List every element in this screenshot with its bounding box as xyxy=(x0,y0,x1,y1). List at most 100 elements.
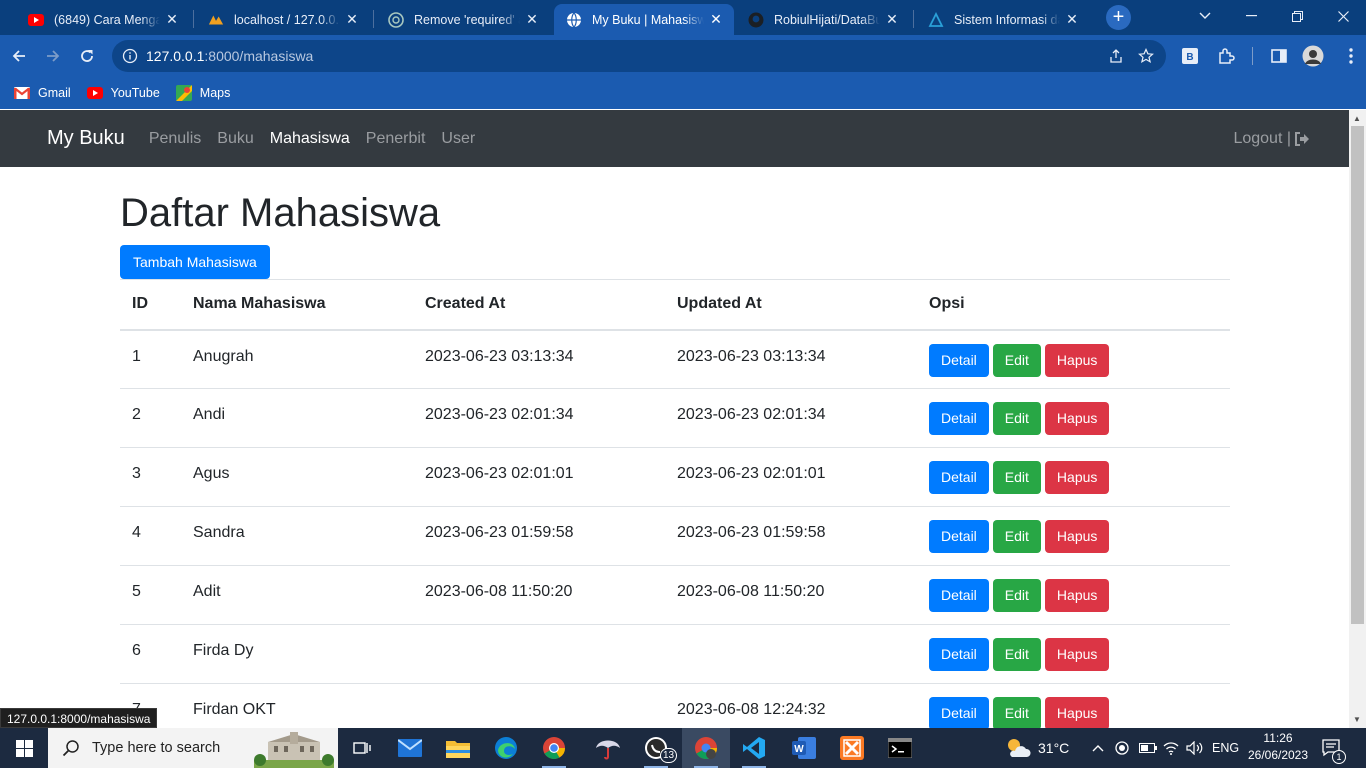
detail-button[interactable]: Detail xyxy=(929,461,989,494)
bookmark-youtube[interactable]: YouTube xyxy=(86,86,160,100)
xampp-icon[interactable] xyxy=(828,728,876,768)
cell-updated: 2023-06-23 03:13:34 xyxy=(665,329,917,389)
mail-icon[interactable] xyxy=(386,728,434,768)
hapus-button[interactable]: Hapus xyxy=(1044,697,1110,728)
scroll-down-icon[interactable]: ▼ xyxy=(1353,715,1361,724)
browser-tab[interactable]: (6849) Cara Mengatasi ✕ xyxy=(16,4,190,35)
column-header-id: ID xyxy=(120,279,181,331)
side-panel-icon[interactable] xyxy=(1266,43,1292,69)
hapus-button[interactable]: Hapus xyxy=(1044,638,1110,671)
detail-button[interactable]: Detail xyxy=(929,579,989,612)
terminal-icon[interactable] xyxy=(876,728,924,768)
close-icon[interactable]: ✕ xyxy=(524,11,540,28)
new-tab-button[interactable]: + xyxy=(1106,5,1131,30)
edit-button[interactable]: Edit xyxy=(992,343,1041,377)
task-view-icon[interactable] xyxy=(338,728,386,768)
tab-search-icon[interactable] xyxy=(1182,0,1228,32)
bookmark-gmail[interactable]: Gmail xyxy=(14,86,71,100)
profile-avatar[interactable] xyxy=(1300,43,1326,69)
battery-icon[interactable] xyxy=(1139,728,1157,768)
hapus-button[interactable]: Hapus xyxy=(1044,402,1110,435)
hapus-button[interactable]: Hapus xyxy=(1044,579,1110,612)
close-icon[interactable]: ✕ xyxy=(884,11,900,28)
file-explorer-icon[interactable] xyxy=(434,728,482,768)
detail-button[interactable]: Detail xyxy=(929,402,989,435)
hapus-button[interactable]: Hapus xyxy=(1044,343,1110,377)
weather-partly-cloudy-icon xyxy=(1005,737,1031,759)
forward-icon[interactable] xyxy=(40,43,66,69)
reload-icon[interactable] xyxy=(74,43,100,69)
edit-button[interactable]: Edit xyxy=(992,520,1041,553)
cell-opsi: Detail Edit Hapus xyxy=(917,565,1230,625)
edit-button[interactable]: Edit xyxy=(992,697,1041,728)
show-hidden-icons-icon[interactable] xyxy=(1092,728,1104,768)
detail-button[interactable]: Detail xyxy=(929,697,989,728)
umbrella-app-icon[interactable] xyxy=(584,728,632,768)
main-content: Daftar Mahasiswa Tambah Mahasiswa ID Nam… xyxy=(0,167,1230,728)
extensions-puzzle-icon[interactable] xyxy=(1213,43,1239,69)
mahasiswa-table: ID Nama Mahasiswa Created At Updated At … xyxy=(120,279,1230,728)
logout-link[interactable]: Logout | xyxy=(1233,110,1310,167)
cell-id: 2 xyxy=(120,388,181,448)
minimize-icon[interactable] xyxy=(1228,0,1274,32)
site-info-icon[interactable] xyxy=(122,48,138,64)
nav-link-mahasiswa[interactable]: Mahasiswa xyxy=(270,130,350,148)
close-icon[interactable]: ✕ xyxy=(164,11,180,28)
browser-tab-active[interactable]: My Buku | Mahasiswa ✕ xyxy=(554,4,734,35)
share-icon[interactable] xyxy=(1108,48,1124,64)
edit-button[interactable]: Edit xyxy=(992,638,1041,671)
browser-tab[interactable]: Sistem Informasi dan ✕ xyxy=(916,4,1090,35)
search-placeholder: Type here to search xyxy=(92,740,221,756)
nav-link-buku[interactable]: Buku xyxy=(217,130,253,148)
browser-tab[interactable]: RobiulHijati/DataBuku ✕ xyxy=(736,4,910,35)
edit-button[interactable]: Edit xyxy=(992,461,1041,494)
restore-icon[interactable] xyxy=(1274,0,1320,32)
word-icon[interactable]: W xyxy=(780,728,828,768)
close-window-icon[interactable] xyxy=(1320,0,1366,32)
menu-icon[interactable] xyxy=(1338,43,1364,69)
extension-b-icon[interactable]: B xyxy=(1177,43,1203,69)
back-icon[interactable] xyxy=(6,43,32,69)
language-indicator[interactable]: ENG xyxy=(1212,728,1239,768)
hapus-button[interactable]: Hapus xyxy=(1044,520,1110,553)
record-icon[interactable] xyxy=(1115,728,1129,768)
nav-link-penerbit[interactable]: Penerbit xyxy=(366,130,426,148)
cell-opsi: Detail Edit Hapus xyxy=(917,506,1230,566)
browser-tab[interactable]: localhost / 127.0.0.1 ✕ xyxy=(196,4,370,35)
bookmark-maps[interactable]: Maps xyxy=(175,85,230,101)
detail-button[interactable]: Detail xyxy=(929,638,989,671)
vscode-icon[interactable] xyxy=(730,728,778,768)
scroll-up-icon[interactable]: ▲ xyxy=(1353,114,1361,123)
table-row: 6 Firda Dy Detail Edit Hapus xyxy=(120,624,1230,684)
volume-icon[interactable] xyxy=(1186,728,1204,768)
detail-button[interactable]: Detail xyxy=(929,343,989,377)
close-icon[interactable]: ✕ xyxy=(344,11,360,28)
close-icon[interactable]: ✕ xyxy=(1064,11,1080,28)
wifi-icon[interactable] xyxy=(1163,728,1179,768)
bookmark-label: YouTube xyxy=(110,86,160,100)
whatsapp-icon[interactable]: 13 xyxy=(632,728,680,768)
nav-link-penulis[interactable]: Penulis xyxy=(149,130,201,148)
navbar-brand[interactable]: My Buku xyxy=(47,127,125,150)
chrome-profile-icon[interactable] xyxy=(682,728,730,768)
edit-button[interactable]: Edit xyxy=(992,579,1041,612)
close-icon[interactable]: ✕ xyxy=(708,11,724,28)
nav-link-user[interactable]: User xyxy=(441,130,475,148)
detail-button[interactable]: Detail xyxy=(929,520,989,553)
chrome-icon[interactable] xyxy=(530,728,578,768)
add-mahasiswa-button[interactable]: Tambah Mahasiswa xyxy=(120,245,270,279)
weather-widget[interactable]: 31°C xyxy=(1005,728,1069,768)
windows-start-button[interactable] xyxy=(0,728,48,768)
taskbar-clock[interactable]: 11:26 26/06/2023 xyxy=(1240,730,1316,764)
address-bar[interactable]: 127.0.0.1:8000/mahasiswa xyxy=(112,40,1166,72)
edge-icon[interactable] xyxy=(482,728,530,768)
bookmark-star-icon[interactable] xyxy=(1138,48,1154,64)
hapus-button[interactable]: Hapus xyxy=(1044,461,1110,494)
vertical-scrollbar[interactable]: ▲ ▼ xyxy=(1349,110,1366,728)
edit-button[interactable]: Edit xyxy=(992,402,1041,435)
browser-tab[interactable]: Remove 'required' attribute ✕ xyxy=(376,4,550,35)
taskbar-search-box[interactable]: Type here to search xyxy=(48,728,338,768)
table-row: 7 Firdan OKT 2023-06-08 12:24:32 DetailE… xyxy=(120,683,1230,728)
notification-center-icon[interactable]: 1 xyxy=(1322,728,1346,768)
scrollbar-thumb[interactable] xyxy=(1351,126,1364,624)
